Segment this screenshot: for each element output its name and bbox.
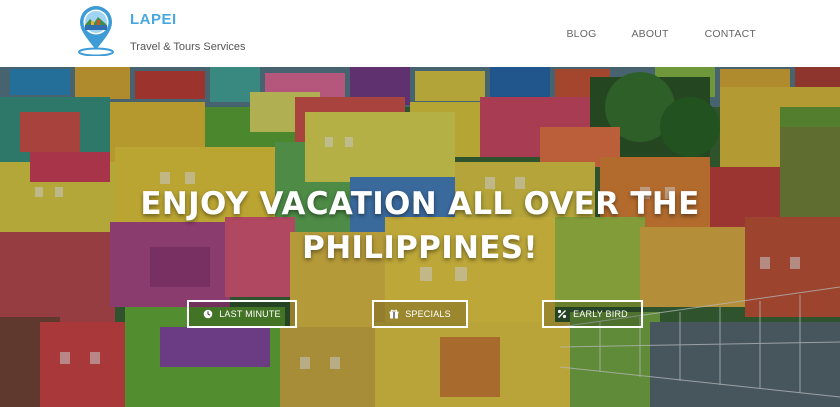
- site-header: LAPEI Travel & Tours Services BLOG ABOUT…: [0, 0, 840, 67]
- hero-headline-line-2: PHILIPPINES!: [302, 230, 538, 266]
- specials-label: SPECIALS: [405, 309, 451, 319]
- last-minute-label: LAST MINUTE: [219, 309, 281, 319]
- clock-icon: [203, 309, 213, 319]
- early-bird-button[interactable]: EARLY BIRD: [542, 300, 643, 328]
- hero-headline-line-1: ENJOY VACATION ALL OVER THE: [140, 186, 700, 222]
- hero-section: ENJOY VACATION ALL OVER THE PHILIPPINES!…: [0, 67, 840, 407]
- last-minute-button[interactable]: LAST MINUTE: [187, 300, 297, 328]
- logo-pin-icon[interactable]: [75, 4, 117, 56]
- specials-button[interactable]: SPECIALS: [372, 300, 468, 328]
- early-bird-label: EARLY BIRD: [573, 309, 628, 319]
- page: LAPEI Travel & Tours Services BLOG ABOUT…: [0, 0, 840, 407]
- nav-link-blog[interactable]: BLOG: [566, 28, 596, 40]
- percent-icon: [558, 309, 567, 319]
- brand-name[interactable]: LAPEI: [130, 11, 177, 28]
- nav-link-about[interactable]: ABOUT: [631, 28, 668, 40]
- brand-tagline: Travel & Tours Services: [130, 41, 246, 53]
- gift-icon: [389, 309, 399, 319]
- hero-headline: ENJOY VACATION ALL OVER THE PHILIPPINES!: [0, 182, 840, 270]
- nav-link-contact[interactable]: CONTACT: [705, 28, 756, 40]
- main-nav: BLOG ABOUT CONTACT: [566, 28, 756, 40]
